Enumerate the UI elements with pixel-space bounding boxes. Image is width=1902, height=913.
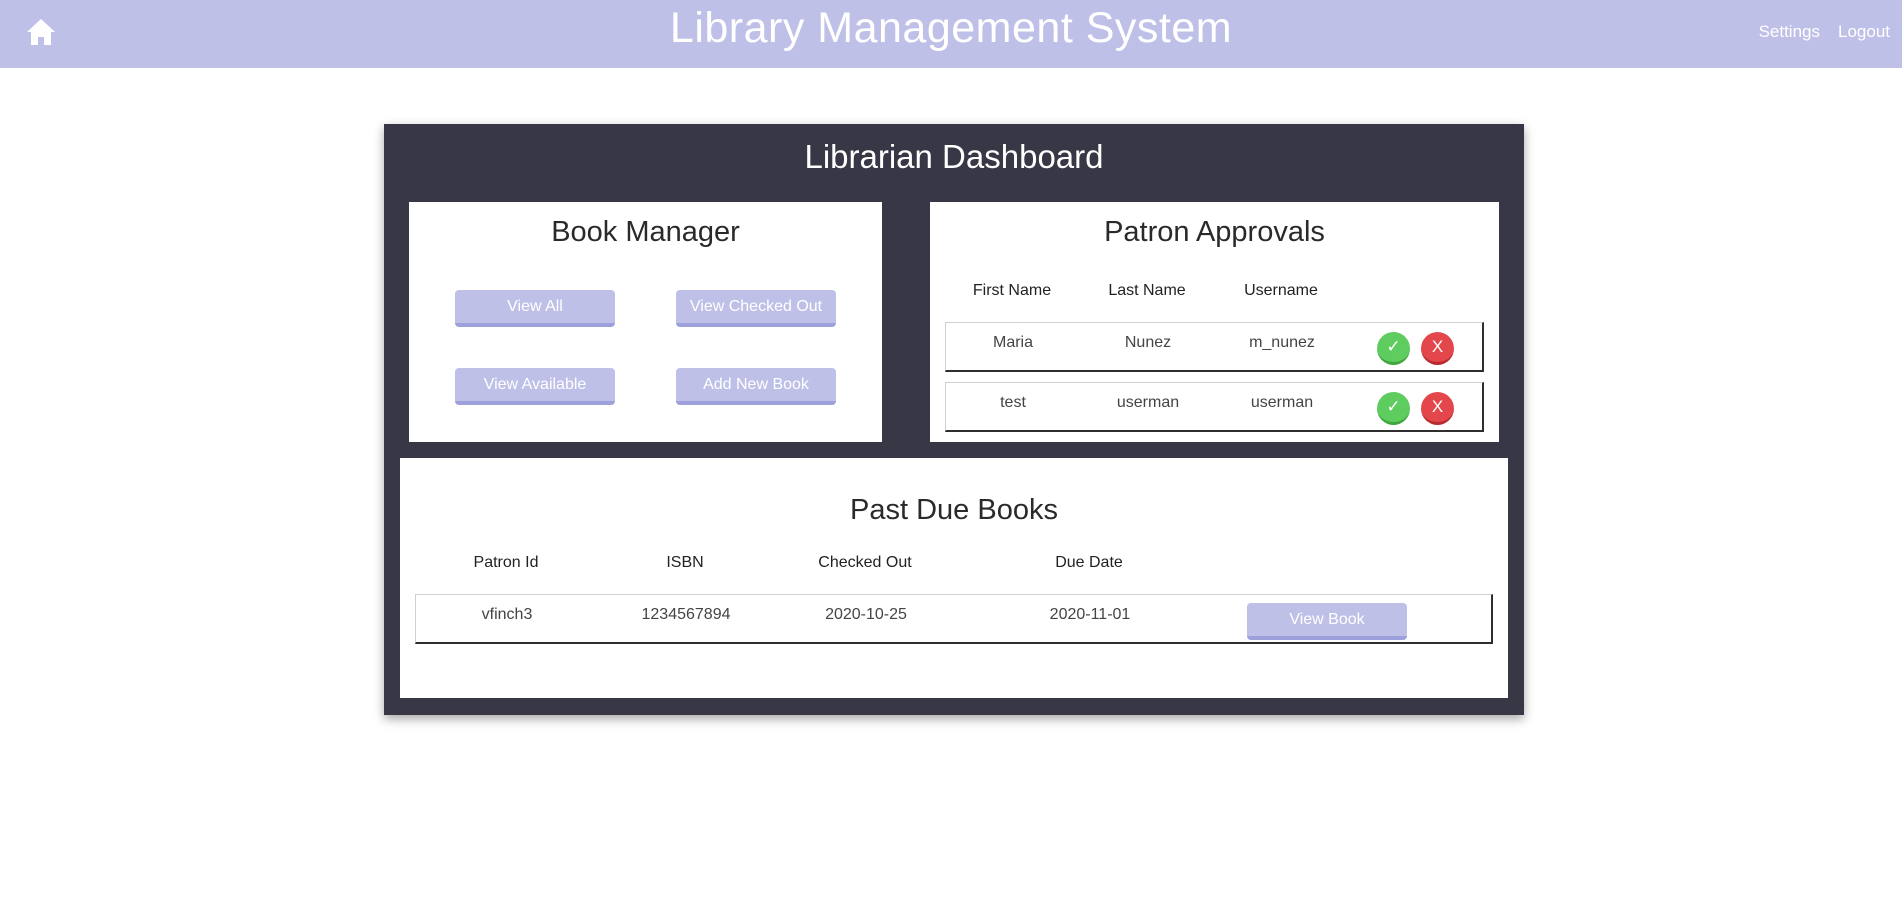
column-header: Checked Out [818, 554, 912, 571]
approve-check-icon[interactable]: ✓ [1377, 332, 1410, 365]
home-icon[interactable] [26, 18, 56, 46]
top-nav-bar: Library Management System Settings Logou… [0, 0, 1902, 68]
logout-link[interactable]: Logout [1838, 22, 1890, 42]
patron-last-name: Nunez [1124, 334, 1172, 351]
past-due-books-title: Past Due Books [850, 494, 1058, 526]
column-header: Last Name [1108, 282, 1186, 299]
past-due-books-card: Past Due Books Patron Id ISBN Checked Ou… [400, 458, 1508, 698]
due-date: 2020-11-01 [1049, 606, 1131, 623]
patron-approvals-card: Patron Approvals First Name Last Name Us… [930, 202, 1499, 442]
column-header: ISBN [666, 554, 704, 571]
nav-links: Settings Logout [1759, 22, 1890, 42]
book-manager-title: Book Manager [551, 216, 740, 248]
add-new-book-button[interactable]: Add New Book [676, 368, 836, 405]
column-header: Username [1244, 282, 1318, 299]
patron-row: Maria Nunez m_nunez ✓ X [945, 322, 1484, 372]
app-title: Library Management System [669, 4, 1233, 52]
librarian-dashboard: Librarian Dashboard Book Manager View Al… [384, 124, 1524, 715]
patron-last-name: userman [1116, 394, 1180, 411]
view-all-button[interactable]: View All [455, 290, 615, 327]
past-due-row: vfinch3 1234567894 2020-10-25 2020-11-01… [415, 594, 1493, 644]
patron-row: test userman userman ✓ X [945, 382, 1484, 432]
view-book-button[interactable]: View Book [1247, 603, 1407, 640]
column-header: Patron Id [473, 554, 539, 571]
approve-check-icon[interactable]: ✓ [1377, 392, 1410, 425]
dashboard-title: Librarian Dashboard [804, 138, 1104, 175]
settings-link[interactable]: Settings [1759, 22, 1820, 42]
patron-first-name: Maria [992, 334, 1033, 351]
book-manager-card: Book Manager View All View Checked Out V… [409, 202, 882, 442]
checked-out-date: 2020-10-25 [825, 606, 907, 623]
column-header: Due Date [1055, 554, 1123, 571]
reject-x-icon[interactable]: X [1421, 392, 1454, 425]
patron-username: userman [1250, 394, 1314, 411]
isbn: 1234567894 [641, 606, 731, 623]
patron-username: m_nunez [1249, 334, 1315, 351]
view-checked-out-button[interactable]: View Checked Out [676, 290, 836, 327]
view-available-button[interactable]: View Available [455, 368, 615, 405]
patron-first-name: test [1000, 394, 1026, 411]
reject-x-icon[interactable]: X [1421, 332, 1454, 365]
patron-id: vfinch3 [481, 606, 533, 623]
column-header: First Name [972, 282, 1052, 299]
patron-approvals-title: Patron Approvals [1104, 216, 1325, 248]
patron-table-header: First Name Last Name Username [930, 282, 1499, 302]
